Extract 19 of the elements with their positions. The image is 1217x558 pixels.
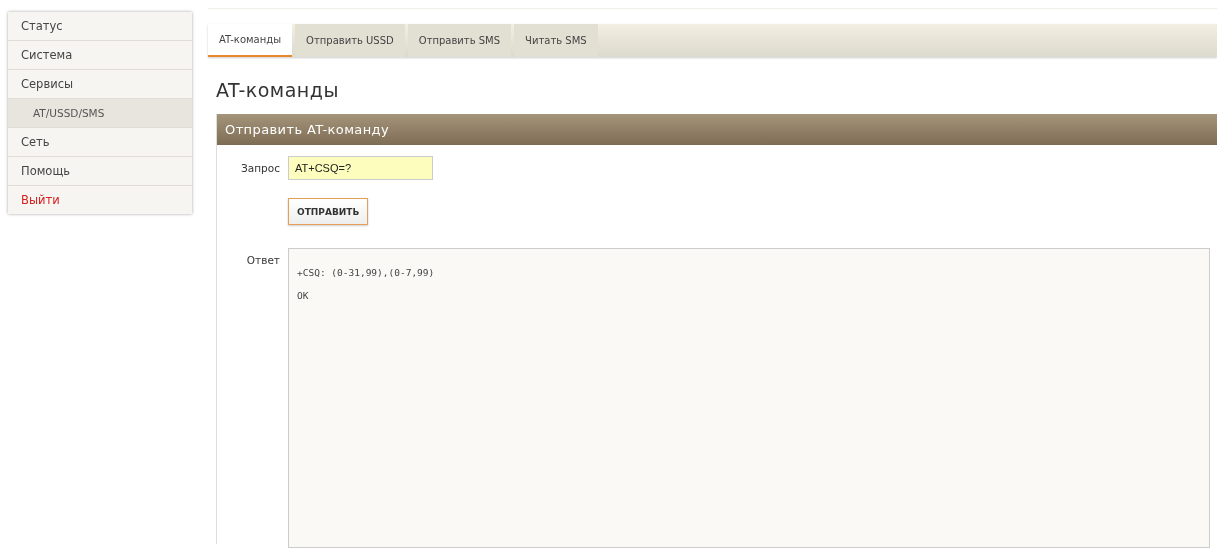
tab[interactable]: Читать SMS xyxy=(514,24,598,57)
request-label: Запрос xyxy=(240,161,280,174)
menu-item[interactable]: Система xyxy=(8,41,192,70)
request-field[interactable]: AT+CSQ=? xyxy=(288,156,433,180)
tab[interactable]: Отправить SMS xyxy=(407,24,512,57)
logout-link[interactable]: Выйти xyxy=(8,186,192,214)
send-button[interactable]: ОТПРАВИТЬ xyxy=(288,198,369,225)
response-box[interactable]: +CSQ: (0-31,99),(0-7,99) OK xyxy=(288,248,1210,548)
response-label: Ответ xyxy=(245,253,280,266)
page-title: AT-команды xyxy=(216,79,340,101)
response-line: +CSQ: (0-31,99),(0-7,99) xyxy=(297,267,436,278)
menu-item[interactable]: Сеть xyxy=(8,128,192,157)
menu-item[interactable]: AT/USSD/SMS xyxy=(8,99,192,128)
tab[interactable]: Отправить USSD xyxy=(295,24,405,57)
panel-header: Отправить AT-команду xyxy=(217,114,1217,145)
tab[interactable]: AT-команды xyxy=(208,24,293,57)
menu-item[interactable]: Помощь xyxy=(8,157,192,186)
response-line: OK xyxy=(297,290,310,301)
menu-item[interactable]: Статус xyxy=(8,12,192,41)
